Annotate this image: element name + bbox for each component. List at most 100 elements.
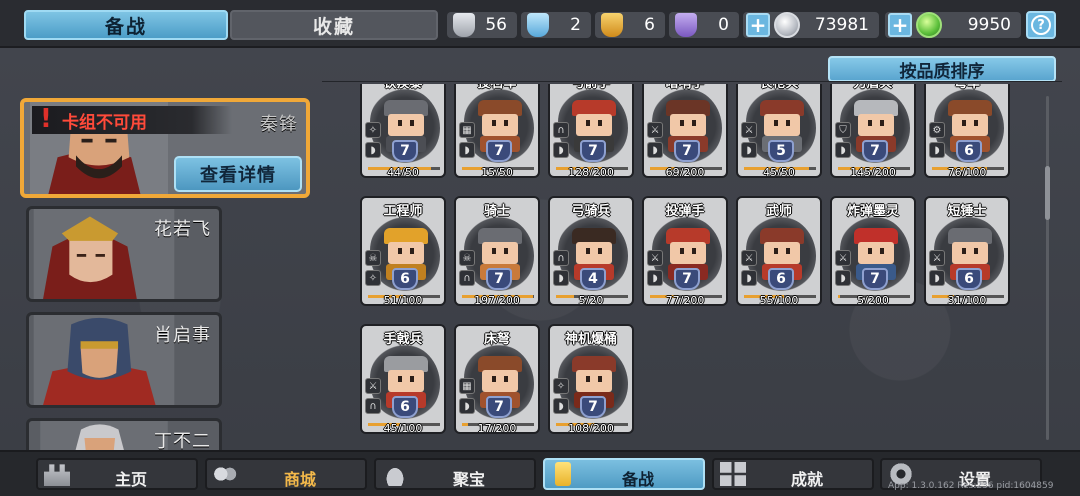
hero-card-3[interactable]: 肖启事 <box>26 312 222 408</box>
unit-scrollbar-thumb[interactable] <box>1045 166 1050 220</box>
unit-progress-text: 76/100 <box>947 166 987 178</box>
silver-coin-count: 73981 <box>814 15 869 35</box>
nav-achievements[interactable]: 成就 <box>712 458 874 490</box>
unit-card[interactable]: 长枪兵 ⚔ ◗ 5 45/50 <box>736 84 822 178</box>
unit-card[interactable]: 短锤士 ⚔ ◗ 6 31/100 <box>924 196 1010 306</box>
nav-castle[interactable]: 主页 <box>36 458 198 490</box>
unit-role-icon: ☠ <box>459 250 475 266</box>
purple-mask-icon <box>675 13 697 37</box>
unit-progress-text: 55/100 <box>759 294 799 306</box>
unit-scrollbar[interactable] <box>1046 96 1049 440</box>
hero-name-2: 花若飞 <box>154 219 211 240</box>
unit-name: 床弩 <box>483 332 510 347</box>
unit-role-icon: ⚔ <box>647 250 663 266</box>
unit-card[interactable]: 弓箭手 ∩ ◗ 7 128/200 <box>548 84 634 178</box>
unit-card[interactable]: 工程师 ☠ ✧ 6 51/100 <box>360 196 446 306</box>
unit-progress-text: 69/200 <box>665 166 705 178</box>
unit-trait-icon: ◗ <box>365 142 381 158</box>
gold-shield-icon <box>601 13 623 37</box>
resource-purple-mask: 0 <box>669 12 739 38</box>
unit-trait-icon: ◗ <box>929 142 945 158</box>
nav-label: 成就 <box>790 470 823 489</box>
unit-name: 投弹手 <box>665 204 705 219</box>
unit-name: 暗哨手 <box>644 84 726 91</box>
unit-card[interactable]: 投弹手 ⚔ ◗ 7 77/200 <box>642 196 728 306</box>
unit-role-icon: ✧ <box>365 122 381 138</box>
unit-card[interactable]: 暗哨手 ⚔ ◗ 7 69/200 <box>642 84 728 178</box>
unit-role-icon: ∩ <box>553 122 569 138</box>
unit-progress-text: 197/200 <box>474 294 520 306</box>
resource-silver-shield: 56 <box>447 12 517 38</box>
tab-prepare[interactable]: 备战 <box>24 10 228 40</box>
unit-card[interactable]: 床弩 ▦ ◗ 7 17/200 <box>454 324 540 434</box>
unit-cost: 5 <box>768 140 794 162</box>
hero-card-2[interactable]: 花若飞 <box>26 206 222 302</box>
blue-crystal-icon <box>527 13 549 37</box>
unit-progress-text: 77/200 <box>665 294 705 306</box>
unit-card[interactable]: 武师 ⚔ ◗ 6 55/100 <box>736 196 822 306</box>
unit-name: 炸弹墨灵 <box>846 204 899 219</box>
top-bar: 备战 收藏 56 2 6 0 + 73981 + 9950 ? <box>0 0 1080 48</box>
gold-shield-count: 6 <box>644 15 655 35</box>
unit-cost: 7 <box>486 140 512 162</box>
deck-unavailable-banner: ! 卡组不可用 <box>32 104 232 134</box>
silver-shield-count: 56 <box>485 15 507 35</box>
deck-unavailable-text: 卡组不可用 <box>62 112 147 133</box>
unit-trait-icon: ◗ <box>741 270 757 286</box>
unit-cost: 6 <box>956 140 982 162</box>
unit-role-icon: ☠ <box>365 250 381 266</box>
unit-name: 武师 <box>765 204 792 219</box>
unit-card[interactable]: 铁蒺藜 ✧ ◗ 7 44/50 <box>360 84 446 178</box>
resource-blue-crystal: 2 <box>521 12 591 38</box>
unit-name: 长枪兵 <box>738 84 820 91</box>
nav-card[interactable]: 备战 <box>543 458 705 490</box>
unit-progress-text: 15/50 <box>481 166 513 178</box>
view-details-button[interactable]: 查看详情 <box>174 156 302 192</box>
nav-label: 商城 <box>283 470 316 489</box>
sort-by-quality-button[interactable]: 按品质排序 <box>828 56 1056 82</box>
unit-name: 投石车 <box>456 84 538 91</box>
unit-name: 弓骑兵 <box>571 204 611 219</box>
unit-trait-icon: ◗ <box>835 270 851 286</box>
add-silver-coin-button[interactable]: + <box>746 13 770 37</box>
unit-trait-icon: ◗ <box>553 270 569 286</box>
unit-progress-text: 108/200 <box>568 422 614 434</box>
nav-label: 聚宝 <box>452 470 485 489</box>
unit-role-icon: ⚔ <box>835 250 851 266</box>
unit-card[interactable]: 弩车 ⚙ ◗ 6 76/100 <box>924 84 1010 178</box>
green-gem-count: 9950 <box>967 15 1011 35</box>
unit-card[interactable]: 刀盾兵 ⛉ ◗ 7 145/200 <box>830 84 916 178</box>
unit-trait-icon: ◗ <box>647 142 663 158</box>
unit-progress-text: 145/200 <box>850 166 896 178</box>
unit-role-icon: ▦ <box>459 378 475 394</box>
unit-card[interactable]: 骑士 ☠ ∩ 7 197/200 <box>454 196 540 306</box>
purple-mask-count: 0 <box>718 15 729 35</box>
tab-collection[interactable]: 收藏 <box>230 10 438 40</box>
unit-card[interactable]: 炸弹墨灵 ⚔ ◗ 7 5/200 <box>830 196 916 306</box>
help-button[interactable]: ? <box>1026 11 1056 39</box>
unit-progress-text: 45/100 <box>383 422 423 434</box>
add-green-gem-button[interactable]: + <box>888 13 912 37</box>
resource-silver-coin: + 73981 <box>743 12 879 38</box>
unit-trait-icon: ◗ <box>835 142 851 158</box>
unit-grid: 铁蒺藜 ✧ ◗ 7 44/50 投石车 ▦ ◗ 7 15/50 弓箭手 ∩ ◗ 7 128/200 暗哨手 ⚔ ◗… <box>330 84 1040 444</box>
unit-progress-text: 5/200 <box>857 294 889 306</box>
unit-card[interactable]: 弓骑兵 ∩ ◗ 4 5/20 <box>548 196 634 306</box>
unit-trait-icon: ✧ <box>365 270 381 286</box>
unit-trait-icon: ∩ <box>459 270 475 286</box>
unit-name: 工程师 <box>383 204 423 219</box>
unit-trait-icon: ◗ <box>553 142 569 158</box>
unit-name: 铁蒺藜 <box>362 84 444 91</box>
unit-card[interactable]: 手戟兵 ⚔ ∩ 6 45/100 <box>360 324 446 434</box>
unit-card[interactable]: 投石车 ▦ ◗ 7 15/50 <box>454 84 540 178</box>
unit-cost: 7 <box>486 268 512 290</box>
hero-card-selected[interactable]: ! 卡组不可用 秦锋 查看详情 <box>20 98 310 198</box>
nav-coins[interactable]: 商城 <box>205 458 367 490</box>
unit-role-icon: ⚔ <box>647 122 663 138</box>
question-icon: ? <box>1031 15 1051 35</box>
nav-treasure-bowl[interactable]: 聚宝 <box>374 458 536 490</box>
unit-cost: 7 <box>862 140 888 162</box>
unit-name: 弓箭手 <box>550 84 632 91</box>
unit-card[interactable]: 神机爆桶 ✧ ◗ 7 108/200 <box>548 324 634 434</box>
unit-role-icon: ⚙ <box>929 122 945 138</box>
